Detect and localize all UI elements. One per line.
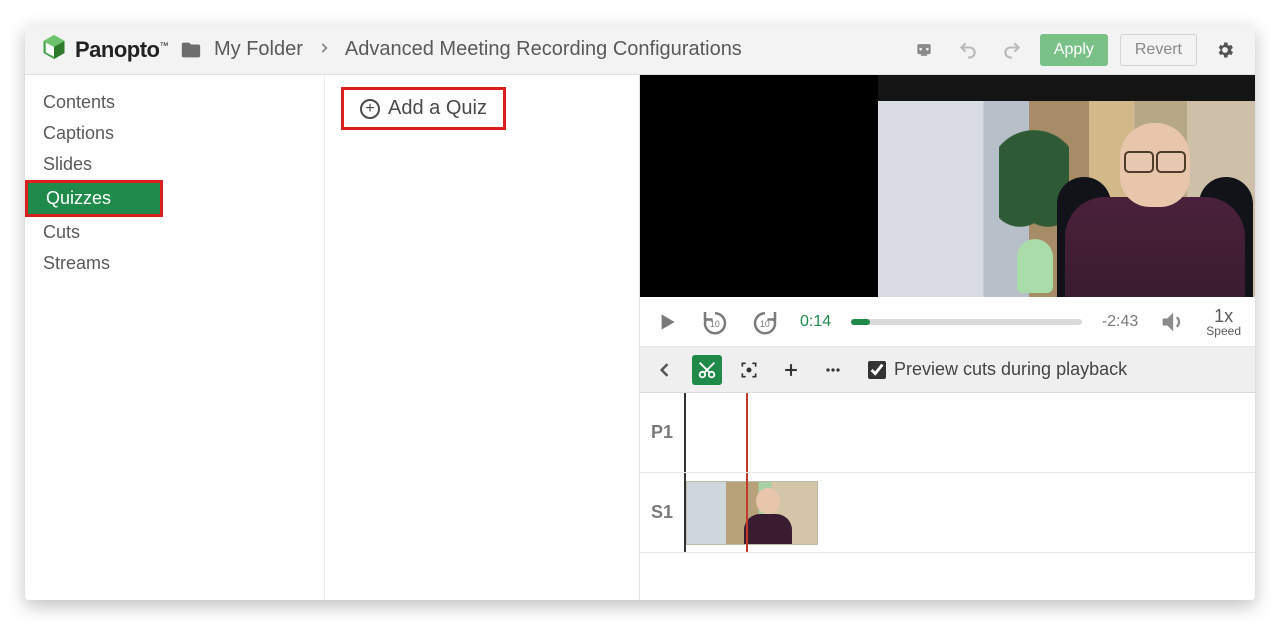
forward-10-button[interactable]: 10: [750, 307, 780, 337]
volume-button[interactable]: [1158, 308, 1186, 336]
preview-cuts-checkbox[interactable]: Preview cuts during playback: [868, 359, 1127, 380]
track-body-p1[interactable]: [686, 393, 1255, 472]
svg-text:10: 10: [710, 319, 720, 329]
svg-text:10: 10: [760, 319, 770, 329]
remaining-time: -2:43: [1102, 313, 1138, 331]
playhead-icon[interactable]: [746, 393, 748, 472]
redo-button[interactable]: [996, 34, 1028, 66]
cut-tool-button[interactable]: [692, 355, 722, 385]
sidebar-item-captions[interactable]: Captions: [25, 118, 165, 149]
sidebar-item-contents[interactable]: Contents: [25, 87, 165, 118]
playback-controls: 10 10 0:14 -2:43 1x Speed: [640, 297, 1255, 347]
speed-value: 1x: [1206, 307, 1241, 325]
speed-label: Speed: [1206, 325, 1241, 337]
add-quiz-label: Add a Quiz: [388, 97, 487, 120]
preview-panel: 10 10 0:14 -2:43 1x Speed: [639, 75, 1255, 600]
plus-circle-icon: +: [360, 99, 380, 119]
track-label-s1: S1: [640, 473, 686, 552]
sidebar-item-slides[interactable]: Slides: [25, 149, 165, 180]
timeline-toolbar: Preview cuts during playback: [640, 347, 1255, 393]
preview-cuts-label: Preview cuts during playback: [894, 359, 1127, 380]
header-bar: Panopto™ My Folder Advanced Meeting Reco…: [25, 25, 1255, 75]
settings-button[interactable]: [1209, 34, 1241, 66]
track-label-p1: P1: [640, 393, 686, 472]
quiz-panel: + Add a Quiz: [325, 75, 639, 600]
sidebar-item-cuts[interactable]: Cuts: [25, 217, 165, 248]
current-time: 0:14: [800, 313, 831, 331]
track-row: P1: [640, 393, 1255, 473]
brand-logo[interactable]: Panopto™: [39, 32, 168, 67]
body: Contents Captions Slides Quizzes Cuts St…: [25, 75, 1255, 600]
rewind-10-button[interactable]: 10: [700, 307, 730, 337]
progress-bar[interactable]: [851, 319, 1082, 325]
timeline-tracks[interactable]: P1 S1: [640, 393, 1255, 600]
sidebar-item-quizzes[interactable]: Quizzes: [25, 180, 163, 217]
clip-thumbnail[interactable]: [686, 481, 818, 545]
folder-icon[interactable]: [180, 39, 202, 61]
more-tool-button[interactable]: [818, 355, 848, 385]
primary-stream-thumbnail: [878, 75, 1255, 297]
speed-control[interactable]: 1x Speed: [1206, 307, 1241, 337]
brand-name: Panopto™: [75, 37, 168, 63]
add-quiz-button[interactable]: + Add a Quiz: [341, 87, 506, 130]
sidebar: Contents Captions Slides Quizzes Cuts St…: [25, 75, 325, 600]
track-body-s1[interactable]: [686, 473, 1255, 552]
track-row: S1: [640, 473, 1255, 553]
undo-button[interactable]: [952, 34, 984, 66]
video-preview[interactable]: [640, 75, 1255, 297]
play-button[interactable]: [654, 309, 680, 335]
add-tool-button[interactable]: [776, 355, 806, 385]
apply-button[interactable]: Apply: [1040, 34, 1108, 66]
editor-window: Panopto™ My Folder Advanced Meeting Reco…: [25, 25, 1255, 600]
timeline-back-button[interactable]: [650, 355, 680, 385]
brand-logo-icon: [39, 32, 69, 67]
focus-tool-button[interactable]: [734, 355, 764, 385]
sidebar-item-streams[interactable]: Streams: [25, 248, 165, 279]
preview-cuts-input[interactable]: [868, 361, 886, 379]
accessibility-icon[interactable]: [908, 34, 940, 66]
breadcrumb-title[interactable]: Advanced Meeting Recording Configuration…: [345, 38, 742, 61]
secondary-stream-blank: [640, 75, 878, 297]
chevron-right-icon: [315, 39, 333, 60]
revert-button[interactable]: Revert: [1120, 34, 1197, 66]
playhead-icon[interactable]: [746, 473, 748, 552]
breadcrumb-folder[interactable]: My Folder: [214, 38, 303, 61]
